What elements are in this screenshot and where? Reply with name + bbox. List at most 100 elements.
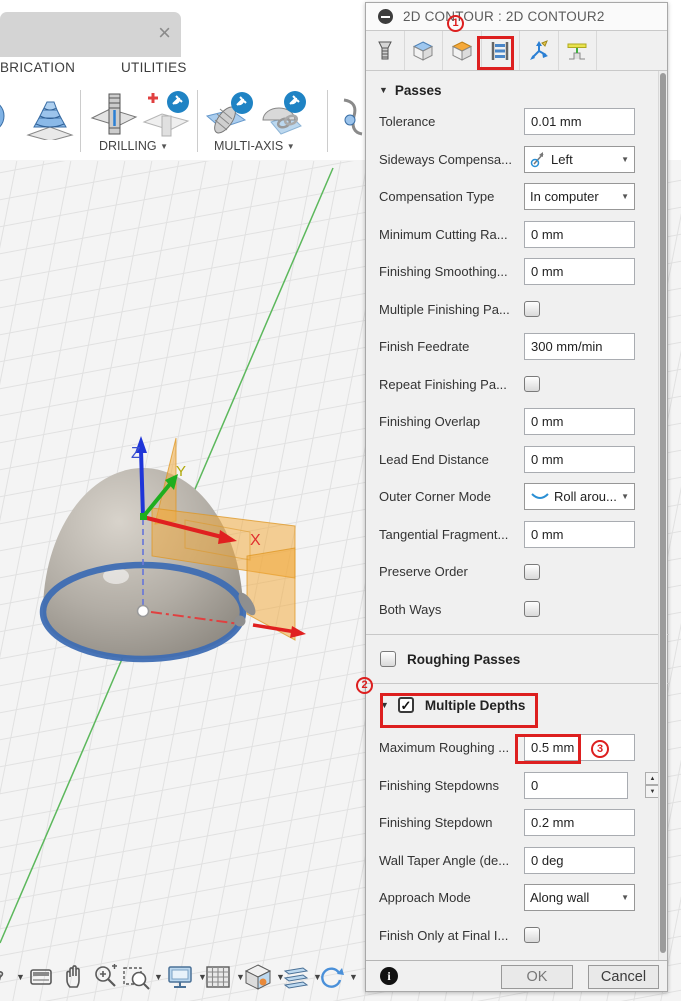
grid-snaps-icon (204, 963, 232, 991)
field-row-multiple-finishing-pa: Multiple Finishing Pa... (366, 291, 660, 329)
drill-icon[interactable] (90, 90, 138, 142)
axis-label-y: Y (176, 463, 186, 480)
wall-taper-angle-de-input[interactable]: 0 deg (524, 846, 635, 874)
orbit-icon (0, 963, 12, 991)
tangential-fragment-input[interactable]: 0 mm (524, 520, 635, 548)
dialog-header[interactable]: 2D CONTOUR : 2D CONTOUR2 (366, 3, 667, 31)
approach-mode-select[interactable]: Along wall ▼ (524, 884, 635, 912)
grid-snaps-button[interactable]: ▼ (204, 963, 245, 991)
info-icon[interactable]: i (380, 967, 398, 985)
chevron-down-icon[interactable]: ▼ (349, 972, 358, 982)
field-row-finishing-overlap: Finishing Overlap 0 mm (366, 403, 660, 441)
2d-contour-dialog: 2D CONTOUR : 2D CONTOUR2 ▼ Passes Tolera… (365, 2, 669, 992)
minimum-cutting-ra-input[interactable]: 0 mm (524, 220, 635, 248)
chevron-down-icon: ▼ (286, 142, 295, 151)
turning-icon[interactable] (340, 90, 366, 142)
multiple-depths-checkbox[interactable]: ✓ (397, 697, 414, 713)
field-row-both-ways: Both Ways (366, 591, 660, 629)
dialog-tab-heights-tab[interactable] (443, 31, 482, 70)
field-row-approach-mode: Approach Mode Along wall ▼ (366, 879, 660, 917)
dialog-scrollbar[interactable] (658, 71, 667, 962)
zoom-icon (92, 963, 118, 991)
multiple-depths-row[interactable]: ▼ ✓ Multiple Depths (366, 684, 660, 726)
field-row-finishing-smoothing: Finishing Smoothing... 0 mm (366, 253, 660, 291)
viewports-button[interactable]: ▼ (244, 963, 285, 991)
dialog-tab-geometry-tab[interactable] (405, 31, 443, 70)
display-settings-button[interactable]: ▼ (166, 963, 207, 991)
finish-only-at-final-i-checkbox[interactable] (524, 927, 540, 944)
zoom-window-button[interactable]: ▼ (122, 963, 163, 991)
drilling-cloud-icon[interactable] (140, 90, 192, 142)
tab-utilities[interactable]: UTILITIES (121, 60, 187, 75)
section-button[interactable]: ▼ (281, 963, 322, 991)
compensation-type-select[interactable]: In computer ▼ (524, 183, 635, 211)
dialog-tab-strip (366, 31, 667, 71)
finishing-stepdown-input[interactable]: 0.2 mm (524, 809, 635, 837)
collapse-icon[interactable] (378, 9, 393, 24)
field-label: Approach Mode (379, 890, 471, 906)
pan-icon (62, 963, 88, 991)
maximum-roughing-input[interactable]: 0.5 mm (524, 734, 635, 762)
field-label: Lead End Distance (379, 451, 489, 467)
field-row-outer-corner-mode: Outer Corner Mode Roll arou... ▼ (366, 478, 660, 516)
group-multi-axis[interactable]: MULTI-AXIS ▼ (214, 139, 295, 153)
field-row-tolerance: Tolerance 0.01 mm (366, 103, 660, 141)
passes-section-header[interactable]: ▼ Passes (366, 77, 660, 103)
field-row-maximum-roughing: Maximum Roughing ... 0.5 mm (366, 729, 660, 767)
both-ways-checkbox[interactable] (524, 601, 540, 618)
dialog-tab-transitions-tab[interactable] (559, 31, 597, 70)
scrollbar-thumb[interactable] (660, 73, 666, 953)
adaptive-clearing-icon[interactable] (26, 90, 74, 140)
field-label: Repeat Finishing Pa... (379, 376, 507, 392)
preserve-order-checkbox[interactable] (524, 563, 540, 580)
ok-button[interactable]: OK (501, 965, 573, 989)
orbit-button[interactable]: ▼ (0, 963, 25, 991)
field-row-lead-end-distance: Lead End Distance 0 mm (366, 441, 660, 479)
chevron-down-icon[interactable]: ▼ (16, 972, 25, 982)
dialog-tab-linking-tab[interactable] (520, 31, 559, 70)
origin-point[interactable] (136, 604, 150, 618)
look-at-icon (28, 963, 54, 991)
field-label: Minimum Cutting Ra... (379, 226, 508, 242)
dialog-tab-passes-tab[interactable] (482, 31, 520, 70)
repeat-finishing-pa-checkbox[interactable] (524, 376, 540, 393)
pan-button[interactable] (62, 963, 88, 991)
refresh-button[interactable]: ▼ (317, 963, 358, 991)
multiaxis-flow-icon[interactable] (257, 90, 307, 142)
document-tab[interactable]: × (0, 12, 181, 57)
group-drilling[interactable]: DRILLING ▼ (99, 139, 168, 153)
finish-feedrate-input[interactable]: 300 mm/min (524, 333, 635, 361)
cancel-button[interactable]: Cancel (588, 965, 659, 989)
tab-fabrication[interactable]: BRICATION (0, 60, 75, 75)
look-at-button[interactable] (28, 963, 54, 991)
multiple-finishing-pa-checkbox[interactable] (524, 301, 540, 318)
sideways-compensa-select[interactable]: Left ▼ (524, 145, 635, 173)
chevron-down-icon: ▼ (621, 492, 629, 502)
chevron-down-icon[interactable]: ▼ (154, 972, 163, 982)
outer-corner-mode-select[interactable]: Roll arou... ▼ (524, 483, 635, 511)
finishing-overlap-input[interactable]: 0 mm (524, 408, 635, 436)
compensation-left-icon (530, 151, 547, 168)
passes-tab-icon (489, 40, 511, 62)
milling-strategy-icon[interactable] (0, 90, 20, 140)
dialog-title: 2D CONTOUR : 2D CONTOUR2 (403, 9, 605, 24)
viewports-icon (244, 963, 272, 991)
chevron-down-icon: ▼ (380, 700, 389, 710)
roughing-passes-row[interactable]: Roughing Passes (366, 635, 660, 683)
tool-tab-icon (374, 40, 396, 62)
field-label: Finish Feedrate (379, 339, 470, 355)
display-settings-icon (166, 963, 194, 991)
zoom-button[interactable] (92, 963, 118, 991)
field-row-tangential-fragment: Tangential Fragment... 0 mm (366, 516, 660, 554)
field-row-repeat-finishing-pa: Repeat Finishing Pa... (366, 366, 660, 404)
roughing-passes-checkbox[interactable] (380, 651, 396, 667)
multiaxis-contour-icon[interactable] (205, 90, 255, 142)
finishing-stepdowns-input[interactable]: 0 (524, 771, 628, 799)
lead-end-distance-input[interactable]: 0 mm (524, 445, 635, 473)
close-icon[interactable]: × (158, 20, 171, 46)
field-row-sideways-compensa: Sideways Compensa... Left ▼ (366, 141, 660, 179)
tolerance-input[interactable]: 0.01 mm (524, 108, 635, 136)
dialog-tab-tool-tab[interactable] (366, 31, 405, 70)
section-icon (281, 963, 309, 991)
finishing-smoothing-input[interactable]: 0 mm (524, 258, 635, 286)
